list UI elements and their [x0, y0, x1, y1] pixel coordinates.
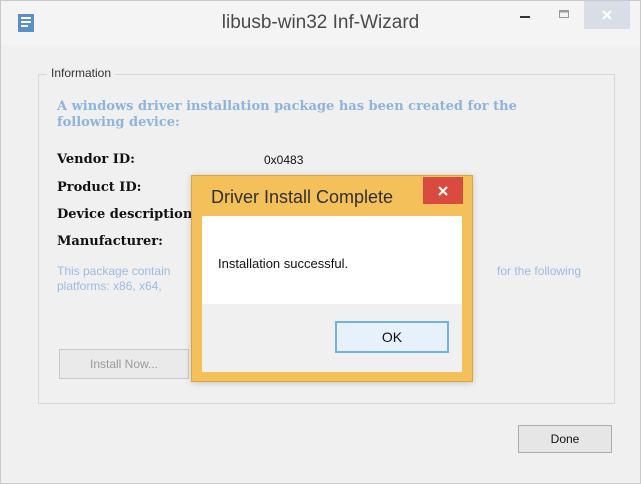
close-icon: [438, 185, 448, 196]
vendor-id-label: Vendor ID:: [57, 152, 135, 167]
minimize-button[interactable]: [506, 1, 544, 27]
dialog-title: Driver Install Complete: [211, 187, 394, 207]
dialog-close-button[interactable]: [423, 177, 463, 204]
maximize-icon: [559, 10, 569, 18]
dialog-footer: OK: [202, 304, 462, 372]
manufacturer-label: Manufacturer:: [57, 234, 163, 249]
dialog-message: Installation successful.: [218, 256, 349, 271]
vendor-id-value: 0x0483: [264, 153, 304, 167]
groupbox-legend: Information: [47, 66, 116, 80]
maximize-button[interactable]: [547, 1, 581, 27]
close-icon: [602, 10, 612, 20]
done-button[interactable]: Done: [518, 425, 612, 453]
dialog-body: Installation successful.: [202, 216, 462, 304]
close-button[interactable]: [584, 1, 630, 29]
window-title: libusb-win32 Inf-Wizard: [221, 12, 420, 33]
minimize-icon: [520, 16, 530, 18]
ok-button[interactable]: OK: [335, 321, 449, 353]
device-description-label: Device description: [57, 207, 193, 222]
driver-install-complete-dialog: Driver Install Complete Installation suc…: [191, 175, 473, 382]
install-now-button[interactable]: Install Now...: [59, 349, 189, 379]
intro-text: A windows driver installation package ha…: [57, 99, 517, 130]
platform-note-right: for the following: [497, 264, 582, 278]
title-bar[interactable]: libusb-win32 Inf-Wizard: [1, 1, 640, 45]
product-id-label: Product ID:: [57, 180, 142, 195]
